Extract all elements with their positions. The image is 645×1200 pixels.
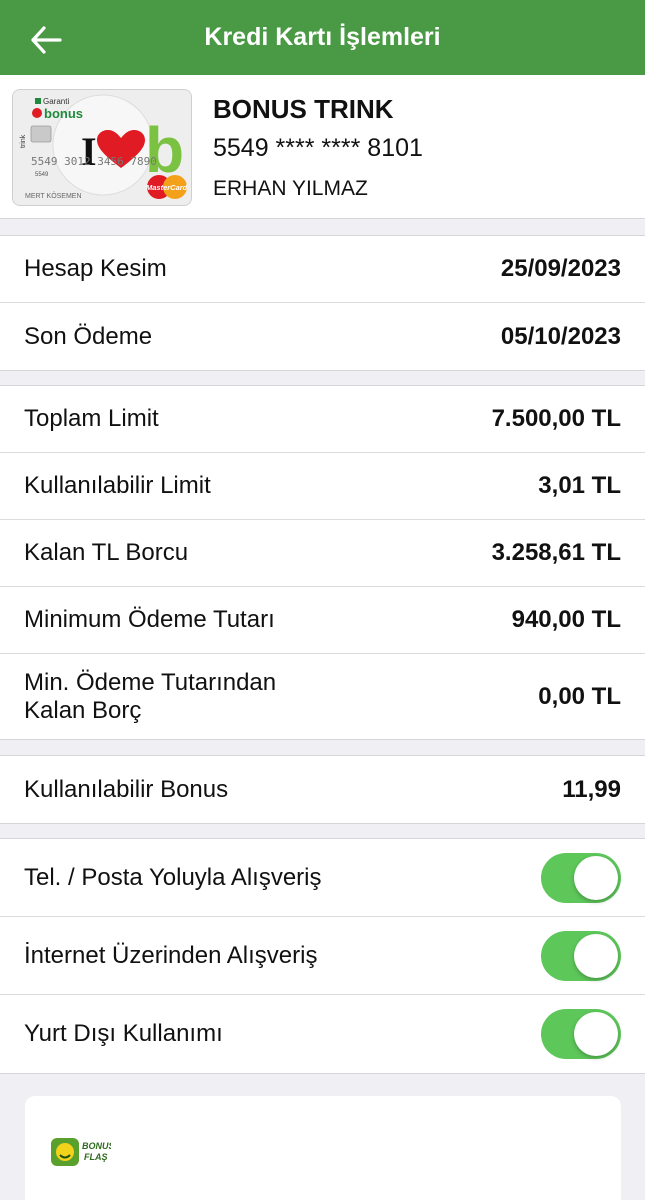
row-label: İnternet Üzerinden Alışveriş	[24, 941, 318, 969]
b-letter-logo: b	[145, 114, 184, 186]
row-label: Son Ödeme	[24, 322, 153, 350]
row-label: Kalan TL Borcu	[24, 539, 189, 566]
row-value: 11,99	[562, 775, 621, 803]
card-holder-name: ERHAN YILMAZ	[213, 177, 368, 200]
internet-shopping-row: İnternet Üzerinden Alışveriş	[0, 917, 645, 995]
row-label: Toplam Limit	[24, 405, 159, 432]
row-value: 05/10/2023	[500, 322, 621, 350]
internet-shopping-toggle[interactable]	[541, 930, 621, 981]
svg-text:5549 3012 3456 7890: 5549 3012 3456 7890	[31, 155, 157, 168]
card-summary: Garanti bonus trink I b 5549 3012 3456 7…	[0, 75, 645, 219]
toggle-knob	[574, 855, 618, 900]
row-label: Yurt Dışı Kullanımı	[24, 1020, 223, 1047]
row-value: 7.500,00 TL	[491, 405, 621, 432]
sub-brand-logo: trink	[20, 134, 27, 148]
row-value: 940,00 TL	[511, 606, 621, 633]
brand-logo: bonus	[44, 106, 83, 121]
page-title: Kredi Kartı İşlemleri	[204, 23, 441, 51]
row-value: 0,00 TL	[538, 682, 621, 710]
abroad-usage-row: Yurt Dışı Kullanımı	[0, 995, 645, 1073]
usage-settings-section: Tel. / Posta Yoluyla Alışveriş İnternet …	[0, 838, 645, 1074]
row-label-line1: Min. Ödeme Tutarından	[24, 668, 277, 696]
row-value: 3.258,61 TL	[491, 539, 621, 566]
bonus-section: Kullanılabilir Bonus 11,99	[0, 755, 645, 824]
minimum-payment-row: Minimum Ödeme Tutarı 940,00 TL	[0, 587, 645, 654]
total-limit-row: Toplam Limit 7.500,00 TL	[0, 386, 645, 453]
limits-section: Toplam Limit 7.500,00 TL Kullanılabilir …	[0, 385, 645, 740]
mail-phone-shopping-row: Tel. / Posta Yoluyla Alışveriş	[0, 839, 645, 917]
remaining-debt-row: Kalan TL Borcu 3.258,61 TL	[0, 520, 645, 587]
svg-text:FLAŞ: FLAŞ	[84, 1152, 108, 1162]
row-label: Tel. / Posta Yoluyla Alışveriş	[24, 863, 322, 891]
row-label-line2: Kalan Borç	[24, 696, 142, 724]
toggle-knob	[574, 933, 618, 978]
min-payment-remaining-row: Min. Ödeme Tutarından Kalan Borç 0,00 TL	[0, 654, 645, 739]
statement-date-row: Hesap Kesim 25/09/2023	[0, 236, 645, 303]
due-date-row: Son Ödeme 05/10/2023	[0, 303, 645, 370]
svg-text:MERT KÖSEMEN: MERT KÖSEMEN	[25, 192, 82, 200]
row-label: Hesap Kesim	[24, 255, 167, 282]
app-header: Kredi Kartı İşlemleri	[0, 0, 645, 75]
available-bonus-row: Kullanılabilir Bonus 11,99	[0, 756, 645, 823]
back-button[interactable]	[26, 20, 66, 60]
row-label: Minimum Ödeme Tutarı	[24, 606, 275, 633]
row-label: Min. Ödeme Tutarından Kalan Borç	[24, 669, 276, 725]
statement-dates-section: Hesap Kesim 25/09/2023 Son Ödeme 05/10/2…	[0, 235, 645, 371]
mail-phone-shopping-toggle[interactable]	[541, 852, 621, 903]
row-label: Kullanılabilir Bonus	[24, 775, 229, 803]
abroad-usage-toggle[interactable]	[541, 1009, 621, 1059]
svg-text:5549: 5549	[35, 172, 49, 178]
toggle-knob	[574, 1012, 618, 1056]
card-product-name: BONUS TRINK	[213, 94, 394, 124]
row-value: 3,01 TL	[538, 472, 621, 499]
available-limit-row: Kullanılabilir Limit 3,01 TL	[0, 453, 645, 520]
bonus-flas-promo-card[interactable]: BONUS FLAŞ	[25, 1096, 621, 1200]
card-number: 5549 **** **** 8101	[213, 134, 423, 162]
row-label: Kullanılabilir Limit	[24, 472, 211, 499]
arrow-left-icon	[31, 26, 62, 54]
credit-card-image: Garanti bonus trink I b 5549 3012 3456 7…	[12, 89, 192, 206]
row-value: 25/09/2023	[500, 255, 621, 282]
svg-text:BONUS: BONUS	[82, 1141, 111, 1151]
mastercard-logo: MasterCard	[146, 183, 188, 192]
issuer-logo: Garanti	[43, 97, 69, 106]
bonus-flas-logo: BONUS FLAŞ	[51, 1138, 111, 1166]
